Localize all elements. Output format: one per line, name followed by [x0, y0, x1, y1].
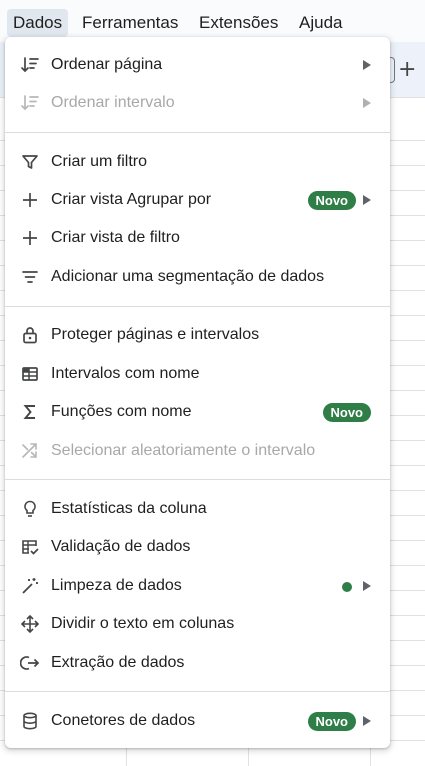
- menu-item-label: Funções com nome: [51, 403, 192, 420]
- shuffle-icon: [20, 441, 40, 461]
- menu-divider: [5, 691, 390, 692]
- submenu-arrow-icon: [363, 195, 371, 205]
- menu-item-label: Selecionar aleatoriamente o intervalo: [51, 442, 316, 459]
- menu-ajuda[interactable]: Ajuda: [293, 9, 348, 37]
- sigma-icon: [20, 402, 40, 422]
- menu-item-label: Criar um filtro: [51, 153, 148, 170]
- split-columns-icon: [20, 614, 40, 634]
- plus-icon: [20, 228, 40, 248]
- submenu-arrow-icon: [363, 581, 371, 591]
- menu-item-label: Ordenar página: [51, 56, 163, 73]
- submenu-arrow-icon: [363, 98, 371, 108]
- lightbulb-icon: [20, 499, 40, 519]
- slicer-icon: [20, 267, 40, 287]
- menu-item-label: Adicionar uma segmentação de dados: [51, 268, 325, 285]
- menu-item-label: Dividir o texto em colunas: [51, 615, 235, 632]
- menu-item-label: Intervalos com nome: [51, 365, 200, 382]
- menu-item-label: Conetores de dados: [51, 712, 196, 729]
- database-icon: [20, 711, 40, 731]
- menu-item-label: Estatísticas da coluna: [51, 500, 207, 517]
- filter-icon: [20, 152, 40, 172]
- menu-item-sort-range[interactable]: Ordenar intervalo: [5, 84, 390, 122]
- menu-item-label: Limpeza de dados: [51, 577, 182, 594]
- plus-icon: [20, 190, 40, 210]
- menu-item-label: Validação de dados: [51, 538, 191, 555]
- menu-item-data-validation[interactable]: Validação de dados: [5, 528, 390, 566]
- menu-item-label: Ordenar intervalo: [51, 94, 175, 111]
- submenu-arrow-icon: [363, 716, 371, 726]
- data-validation-icon: [20, 537, 40, 557]
- menu-item-label: Criar vista de filtro: [51, 229, 180, 246]
- menu-divider: [5, 306, 390, 307]
- menu-extensoes[interactable]: Extensões: [193, 9, 284, 37]
- magic-wand-icon: [20, 576, 40, 596]
- menu-item-label: Proteger páginas e intervalos: [51, 326, 260, 343]
- menu-item-data-extraction[interactable]: Extração de dados: [5, 644, 390, 682]
- new-feature-dot: [342, 582, 352, 592]
- sort-icon: [20, 55, 40, 75]
- menu-item-randomize-range[interactable]: Selecionar aleatoriamente o intervalo: [5, 432, 390, 470]
- menu-item-named-ranges[interactable]: Intervalos com nome: [5, 355, 390, 393]
- add-sheet-button[interactable]: +: [398, 56, 416, 84]
- menu-dados[interactable]: Dados: [7, 9, 69, 37]
- menu-item-create-group-by-view[interactable]: Criar vista Agrupar por Novo: [5, 181, 390, 219]
- menu-item-data-connectors[interactable]: Conetores de dados Novo: [5, 702, 390, 740]
- menu-item-label: Criar vista Agrupar por: [51, 191, 212, 208]
- sort-range-icon: [20, 93, 40, 113]
- menu-ferramentas[interactable]: Ferramentas: [76, 9, 184, 37]
- new-badge: Novo: [322, 403, 371, 422]
- menubar: Dados Ferramentas Extensões Ajuda: [0, 0, 425, 42]
- menu-divider: [5, 479, 390, 480]
- menu-item-protect-sheets[interactable]: Proteger páginas e intervalos: [5, 316, 390, 354]
- menu-item-add-slicer[interactable]: Adicionar uma segmentação de dados: [5, 258, 390, 296]
- new-badge: Novo: [307, 191, 356, 210]
- menu-item-split-text[interactable]: Dividir o texto em colunas: [5, 605, 390, 643]
- menu-item-column-stats[interactable]: Estatísticas da coluna: [5, 490, 390, 528]
- menu-item-sort-sheet[interactable]: Ordenar página: [5, 46, 390, 84]
- menu-item-create-filter-view[interactable]: Criar vista de filtro: [5, 219, 390, 257]
- menu-item-data-cleanup[interactable]: Limpeza de dados: [5, 567, 390, 605]
- named-range-icon: [20, 364, 40, 384]
- lock-icon: [20, 325, 40, 345]
- menu-item-named-functions[interactable]: Funções com nome Novo: [5, 393, 390, 431]
- menu-item-create-filter[interactable]: Criar um filtro: [5, 143, 390, 181]
- menu-divider: [5, 132, 390, 133]
- extraction-icon: [20, 653, 40, 673]
- data-menu-dropdown: Ordenar página Ordenar intervalo Criar u…: [5, 37, 390, 748]
- new-badge: Novo: [307, 712, 356, 731]
- menu-item-label: Extração de dados: [51, 654, 185, 671]
- submenu-arrow-icon: [363, 60, 371, 70]
